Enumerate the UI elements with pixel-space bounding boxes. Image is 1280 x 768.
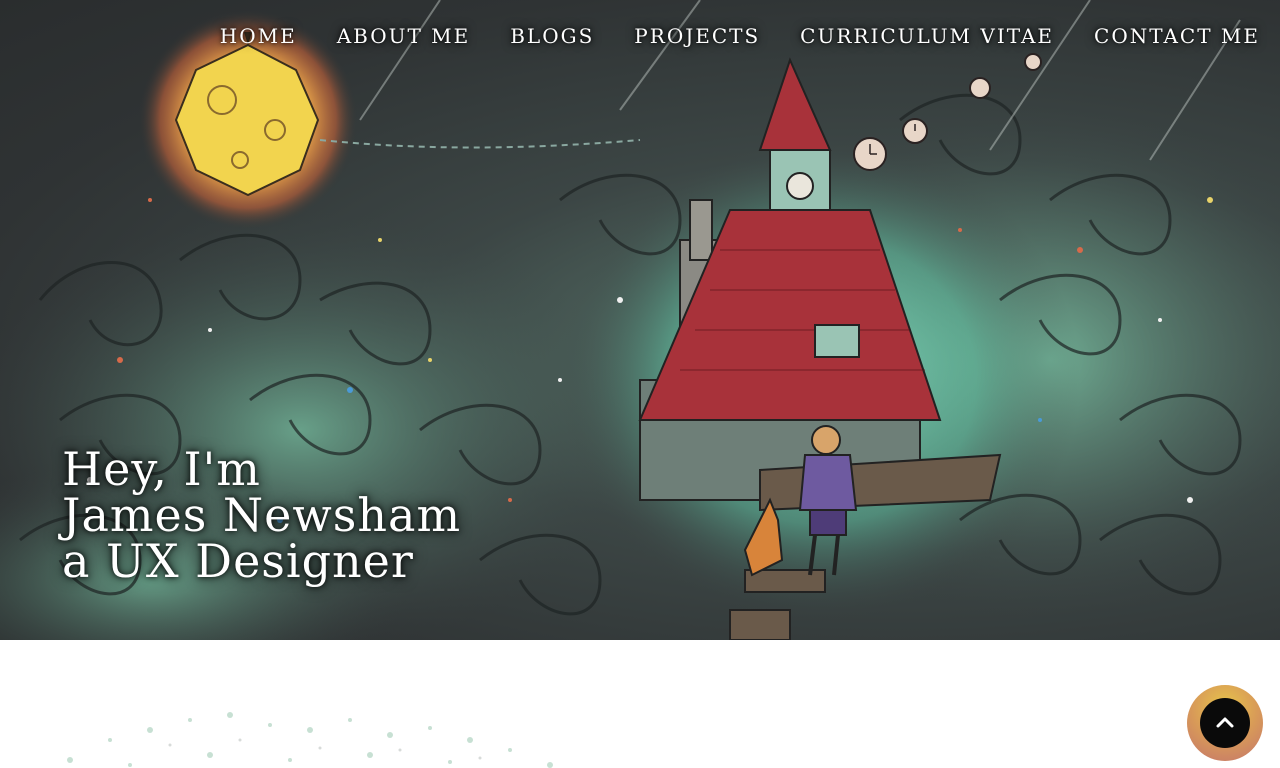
chevron-up-icon [1216, 717, 1234, 728]
content-section [0, 640, 1280, 768]
nav-item-curriculum-vitae[interactable]: CURRICULUM VITAE [780, 20, 1074, 52]
scroll-to-top-button[interactable] [1187, 685, 1263, 761]
nav-item-blogs[interactable]: BLOGS [490, 20, 614, 52]
hero-headline: Hey, I'm James Newsham a UX Designer [62, 446, 461, 584]
nav-item-home[interactable]: HOME [200, 20, 317, 52]
hero-name: James Newsham [62, 488, 462, 542]
nav-item-projects[interactable]: PROJECTS [614, 20, 780, 52]
nav-item-contact-me[interactable]: CONTACT ME [1074, 20, 1260, 52]
hero-role: a UX Designer [62, 534, 414, 588]
scroll-to-top-core [1200, 698, 1250, 748]
nav-item-about-me[interactable]: ABOUT ME [317, 20, 491, 52]
main-nav: HOME ABOUT ME BLOGS PROJECTS CURRICULUM … [200, 20, 1260, 52]
hero-banner: HOME ABOUT ME BLOGS PROJECTS CURRICULUM … [0, 0, 1280, 640]
paint-splash-decoration [67, 712, 553, 768]
hero-greeting: Hey, I'm [62, 442, 261, 496]
